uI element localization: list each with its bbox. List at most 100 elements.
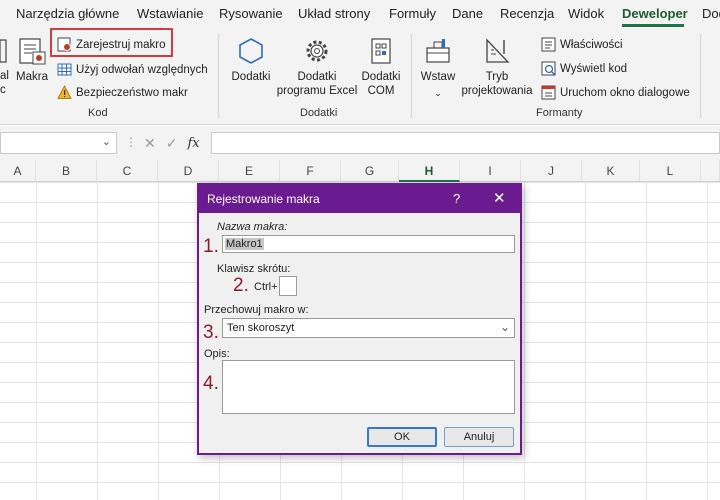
design-mode-icon xyxy=(486,38,510,63)
com-addins-icon xyxy=(371,38,391,64)
step-number-3: 3. xyxy=(203,322,219,343)
group-label-code: Kod xyxy=(88,107,108,119)
tab-addins-cut[interactable]: Dod xyxy=(702,6,720,21)
tab-page-layout[interactable]: Układ strony xyxy=(298,6,370,21)
formula-bar: ⌄ ⋮ ✕ ✓ fx xyxy=(0,126,720,160)
excel-addins-label-2: programu Excel xyxy=(276,85,358,97)
tab-draw[interactable]: Rysowanie xyxy=(219,6,283,21)
column-header-c[interactable]: C xyxy=(97,160,158,182)
relative-refs-label: Użyj odwołań względnych xyxy=(76,63,208,76)
cut-button-label-top: al xyxy=(0,70,9,82)
group-separator xyxy=(700,34,701,118)
description-input[interactable] xyxy=(222,360,515,414)
formula-actions: ✕ ✓ fx xyxy=(138,132,216,154)
tab-review[interactable]: Recenzja xyxy=(500,6,554,21)
shortcut-label: Klawisz skrótu: xyxy=(217,263,291,275)
record-macro-dialog: Rejestrowanie makra ? ✕ Nazwa makra: 1. … xyxy=(197,183,522,455)
design-mode-label-1: Tryb xyxy=(485,71,509,83)
properties-label: Właściwości xyxy=(560,38,623,51)
view-code-button[interactable]: Wyświetl kod xyxy=(541,61,627,76)
properties-button[interactable]: Właściwości xyxy=(541,37,623,52)
check-icon[interactable]: ✓ xyxy=(166,135,178,152)
tab-insert[interactable]: Wstawianie xyxy=(137,6,203,21)
com-addins-label-1: Dodatki xyxy=(361,71,401,83)
macro-name-label: Nazwa makra: xyxy=(217,221,288,233)
group-separator xyxy=(411,34,412,118)
tab-home[interactable]: Narzędzia główne xyxy=(16,6,119,21)
run-dialog-icon xyxy=(541,85,556,100)
macro-security-label: Bezpieczeństwo makr xyxy=(76,86,188,99)
view-code-icon xyxy=(541,61,556,76)
store-macro-label: Przechowuj makro w: xyxy=(204,304,309,316)
fx-icon[interactable]: fx xyxy=(187,136,199,151)
tab-data[interactable]: Dane xyxy=(452,6,483,21)
group-label-controls: Formanty xyxy=(536,107,583,119)
step-number-2: 2. xyxy=(233,275,249,296)
store-macro-value: Ten skoroszyt xyxy=(227,322,295,334)
macro-name-input[interactable]: Makro1 xyxy=(222,235,515,253)
visual-basic-icon xyxy=(0,39,7,63)
ctrl-label: Ctrl+ xyxy=(254,281,278,293)
ribbon: al c Makra Zarejestruj makro Użyj odwoła… xyxy=(0,28,720,125)
addins-button[interactable]: Dodatki xyxy=(228,36,274,84)
column-header-g[interactable]: G xyxy=(341,160,399,182)
gear-icon xyxy=(306,40,328,62)
dialog-titlebar[interactable]: Rejestrowanie makra ? ✕ xyxy=(199,185,520,213)
com-addins-button[interactable]: Dodatki COM xyxy=(359,36,403,98)
tab-developer[interactable]: Deweloper xyxy=(622,6,688,21)
formula-input[interactable] xyxy=(211,132,720,154)
design-mode-button[interactable]: Tryb projektowania xyxy=(460,36,534,98)
excel-addins-button[interactable]: Dodatki programu Excel xyxy=(276,36,358,98)
view-code-label: Wyświetl kod xyxy=(560,62,627,75)
chevron-down-icon[interactable]: ⌄ xyxy=(102,135,111,148)
step-number-4: 4. xyxy=(203,373,219,394)
column-header-k[interactable]: K xyxy=(582,160,640,182)
relative-refs-button[interactable]: Użyj odwołań względnych xyxy=(57,62,208,77)
toolbox-icon xyxy=(426,39,450,63)
run-dialog-button[interactable]: Uruchom okno dialogowe xyxy=(541,85,690,100)
column-header-a[interactable]: A xyxy=(0,160,36,182)
shortcut-input[interactable] xyxy=(279,276,297,296)
group-label-addins: Dodatki xyxy=(300,107,338,119)
macros-label: Makra xyxy=(16,71,48,83)
dialog-title: Rejestrowanie makra xyxy=(207,192,320,206)
chevron-down-icon: ⌄ xyxy=(434,88,442,98)
macros-icon xyxy=(19,38,46,65)
run-dialog-label: Uruchom okno dialogowe xyxy=(560,86,690,99)
macro-security-button[interactable]: Bezpieczeństwo makr xyxy=(57,85,188,100)
addins-icon xyxy=(239,38,263,64)
tab-formulas[interactable]: Formuły xyxy=(389,6,436,21)
column-header-l[interactable]: L xyxy=(640,160,701,182)
drag-handle-icon[interactable]: ⋮ xyxy=(125,135,137,149)
name-box[interactable]: ⌄ xyxy=(0,132,117,154)
active-tab-indicator xyxy=(622,24,684,27)
com-addins-label-2: COM xyxy=(367,85,395,97)
ribbon-tabs: Narzędzia główne Wstawianie Rysowanie Uk… xyxy=(0,0,720,28)
macros-button[interactable]: Makra xyxy=(14,36,50,84)
warning-icon xyxy=(57,85,72,99)
column-header-e[interactable]: E xyxy=(219,160,280,182)
column-header-d[interactable]: D xyxy=(158,160,219,182)
cut-button-label-bottom: c xyxy=(0,84,6,96)
record-macro-highlight xyxy=(50,28,173,57)
excel-addins-label-1: Dodatki xyxy=(297,71,337,83)
tab-view[interactable]: Widok xyxy=(568,6,604,21)
ok-button[interactable]: OK xyxy=(367,427,437,447)
column-header-h[interactable]: H xyxy=(399,160,460,182)
insert-control-label: Wstaw xyxy=(420,71,456,83)
column-header-i[interactable]: I xyxy=(460,160,521,182)
column-header-j[interactable]: J xyxy=(521,160,582,182)
close-button[interactable]: ✕ xyxy=(493,189,506,207)
help-button[interactable]: ? xyxy=(453,191,460,206)
properties-icon xyxy=(541,37,556,52)
chevron-down-icon[interactable]: ⌄ xyxy=(500,320,510,334)
column-header-f[interactable]: F xyxy=(280,160,341,182)
addins-label: Dodatki xyxy=(231,71,271,83)
column-header-b[interactable]: B xyxy=(36,160,97,182)
relative-refs-icon xyxy=(57,63,72,76)
store-macro-select[interactable]: Ten skoroszyt ⌄ xyxy=(222,318,515,338)
column-header-m[interactable] xyxy=(701,160,720,182)
cancel-button[interactable]: Anuluj xyxy=(444,427,514,447)
insert-control-button[interactable]: Wstaw ⌄ xyxy=(418,36,458,100)
cancel-icon[interactable]: ✕ xyxy=(144,135,156,152)
